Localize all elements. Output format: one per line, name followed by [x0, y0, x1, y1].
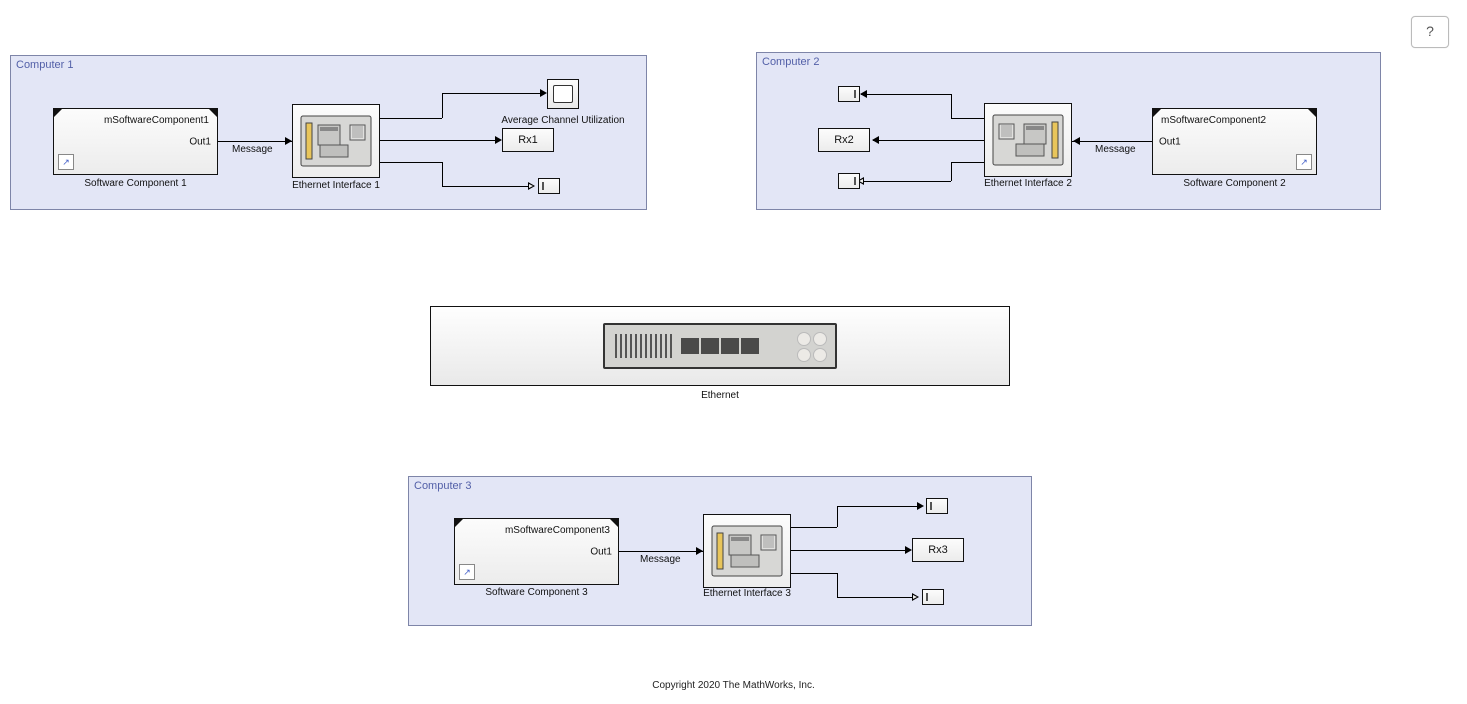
software-component-3-port: Out1: [590, 546, 612, 557]
arrow-icon: [696, 547, 703, 555]
model-ref-icon: ↗: [459, 564, 475, 580]
signal-c1-top-v: [442, 93, 443, 118]
hollow-arrow-icon: [528, 182, 535, 190]
rx2-goto-block[interactable]: Rx2: [818, 128, 870, 152]
arrow-icon: [917, 502, 924, 510]
copyright-text: Copyright 2020 The MathWorks, Inc.: [0, 680, 1467, 691]
software-component-2-refname: mSoftwareComponent2: [1161, 115, 1266, 126]
scope-caption: Average Channel Utilization: [498, 115, 628, 126]
signal-c2-mid: [873, 140, 984, 141]
model-ref-icon: ↗: [58, 154, 74, 170]
software-component-2-block[interactable]: mSoftwareComponent2 Out1 ↗: [1152, 108, 1317, 175]
signal-c3-top: [837, 506, 919, 507]
software-component-3-block[interactable]: mSoftwareComponent3 Out1 ↗: [454, 518, 619, 585]
signal-c1-message: [218, 141, 292, 142]
ethernet-interface-1-caption: Ethernet Interface 1: [292, 180, 380, 191]
arrow-icon: [540, 89, 547, 97]
ethernet-interface-2-caption: Ethernet Interface 2: [984, 178, 1072, 189]
signal-c1-top: [380, 118, 442, 119]
software-component-1-block[interactable]: mSoftwareComponent1 Out1 ↗: [53, 108, 218, 175]
software-component-3-caption: Software Component 3: [454, 587, 619, 598]
from-c2-bot[interactable]: [838, 173, 860, 189]
signal-c2-bot-h2: [951, 162, 984, 163]
arrow-icon: [495, 136, 502, 144]
signal-c3-top-h2: [791, 527, 837, 528]
signal-c1-bot-h2: [442, 186, 531, 187]
terminator-c1[interactable]: [538, 178, 560, 194]
ethernet-interface-1-block[interactable]: [292, 104, 380, 178]
arrow-icon: [905, 546, 912, 554]
computer-3-title: Computer 3: [414, 480, 471, 492]
signal-c3-mid: [791, 550, 907, 551]
terminator-c3-bot[interactable]: [922, 589, 944, 605]
hollow-arrow-icon: [912, 593, 919, 601]
signal-c2-bot: [861, 181, 951, 182]
signal-c3-message: [619, 551, 703, 552]
computer-2-title: Computer 2: [762, 56, 819, 68]
software-component-3-refname: mSoftwareComponent3: [505, 525, 610, 536]
signal-c1-top-h2: [442, 93, 542, 94]
signal-c3-bot-v: [837, 573, 838, 597]
model-ref-icon: ↗: [1296, 154, 1312, 170]
arrow-icon: [872, 136, 879, 144]
ethernet-interface-3-caption: Ethernet Interface 3: [703, 588, 791, 599]
terminator-c3-top[interactable]: [926, 498, 948, 514]
signal-c1-mid: [380, 140, 496, 141]
ethernet-interface-2-block[interactable]: [984, 103, 1072, 177]
ethernet-interface-3-block[interactable]: [703, 514, 791, 588]
switch-device-icon: [603, 323, 837, 369]
signal-c2-top-h2: [951, 118, 984, 119]
signal-c1-bot-v: [442, 162, 443, 186]
arrow-icon: [285, 137, 292, 145]
signal-c2-top-v: [951, 94, 952, 118]
help-button[interactable]: ?: [1411, 16, 1449, 48]
rx1-goto-block[interactable]: Rx1: [502, 128, 554, 152]
arrow-icon: [1073, 137, 1080, 145]
signal-c3-message-label: Message: [640, 554, 681, 565]
signal-c2-top: [861, 94, 951, 95]
arrow-icon: [860, 90, 867, 98]
signal-c1-bot: [380, 162, 442, 163]
scope-block[interactable]: [547, 79, 579, 109]
signal-c3-bot-h2: [791, 573, 837, 574]
signal-c2-message: [1072, 141, 1152, 142]
ethernet-switch-block[interactable]: [430, 306, 1010, 386]
software-component-1-refname: mSoftwareComponent1: [104, 115, 209, 126]
software-component-1-caption: Software Component 1: [53, 178, 218, 189]
software-component-2-port: Out1: [1159, 136, 1181, 147]
computer-1-title: Computer 1: [16, 59, 73, 71]
signal-c2-message-label: Message: [1095, 144, 1136, 155]
software-component-2-caption: Software Component 2: [1152, 178, 1317, 189]
software-component-1-port: Out1: [189, 136, 211, 147]
rx3-goto-block[interactable]: Rx3: [912, 538, 964, 562]
signal-c3-bot: [837, 597, 915, 598]
signal-c3-top-v: [837, 506, 838, 527]
signal-c2-bot-v: [951, 162, 952, 181]
from-c2-top[interactable]: [838, 86, 860, 102]
ethernet-switch-caption: Ethernet: [430, 390, 1010, 401]
signal-c1-message-label: Message: [232, 144, 273, 155]
